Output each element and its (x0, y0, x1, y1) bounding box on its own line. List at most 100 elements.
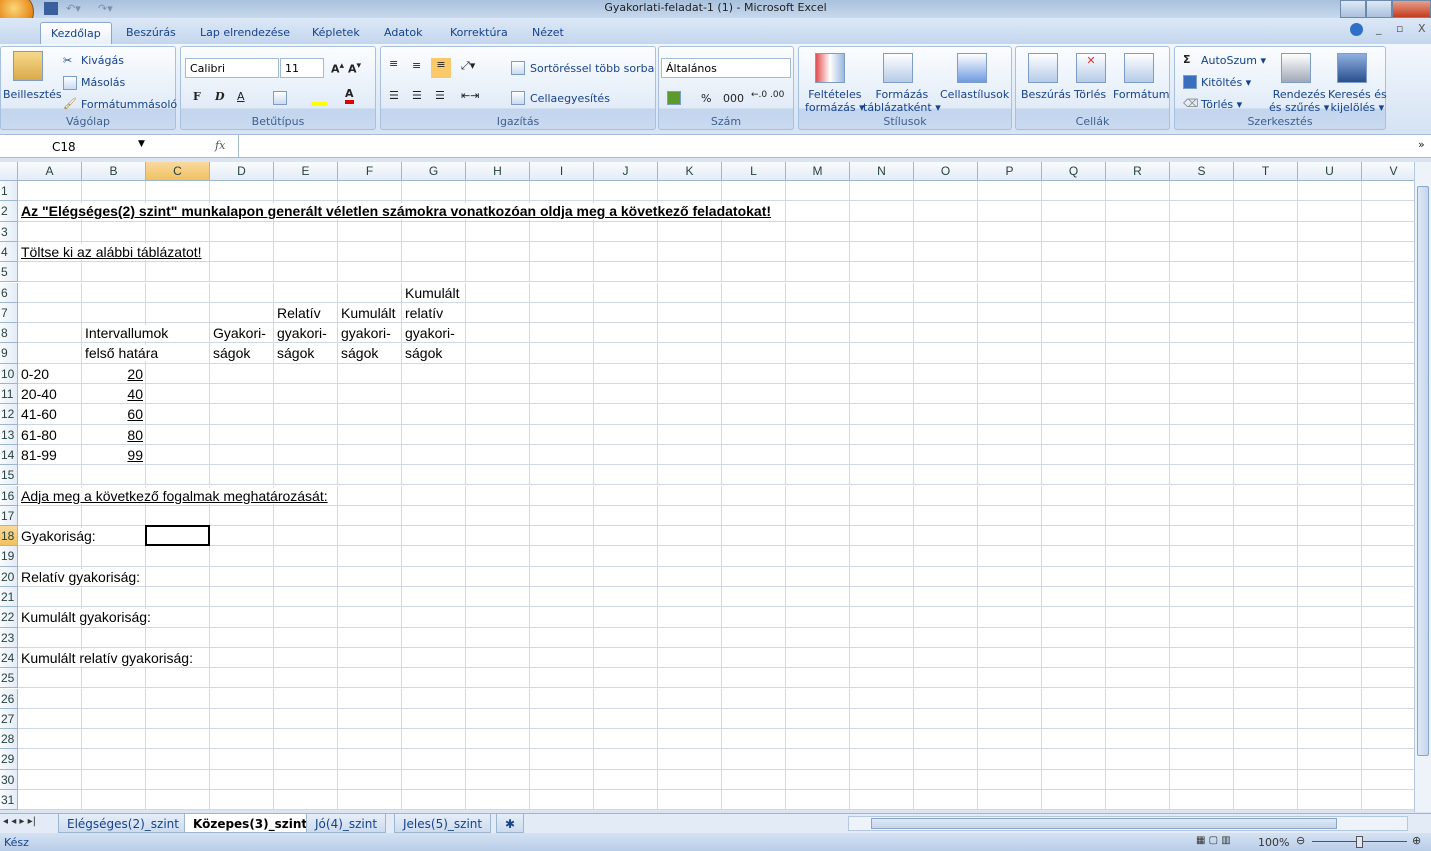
cell-T22[interactable] (1234, 607, 1298, 628)
cell-B29[interactable] (82, 749, 146, 770)
cell-J16[interactable] (594, 485, 658, 506)
cell-M3[interactable] (786, 221, 850, 242)
cell-P19[interactable] (978, 546, 1042, 567)
cell-A29[interactable] (18, 749, 82, 770)
cell-E22[interactable] (274, 607, 338, 628)
cell-O6[interactable] (914, 282, 978, 303)
cell-T26[interactable] (1234, 688, 1298, 709)
row-header-29[interactable]: 29 (0, 749, 18, 770)
cell-M27[interactable] (786, 708, 850, 730)
cell-K8[interactable] (658, 323, 722, 344)
cell-F3[interactable] (338, 221, 402, 242)
cell-S15[interactable] (1170, 465, 1234, 486)
column-header-R[interactable]: R (1106, 162, 1170, 181)
column-header-K[interactable]: K (658, 162, 722, 181)
cell-S26[interactable] (1170, 688, 1234, 709)
cell-C26[interactable] (146, 688, 210, 709)
cell-Q26[interactable] (1042, 688, 1106, 709)
view-buttons[interactable]: ▦ ▢ ▥ (1196, 835, 1231, 846)
cell-U31[interactable] (1298, 790, 1362, 810)
percent-button[interactable]: % (701, 92, 711, 105)
format-as-table-button[interactable]: Formázás táblázatként ▾ (863, 88, 941, 114)
sheet-tab-3[interactable]: Jeles(5)_szint (394, 814, 492, 833)
cell-U18[interactable] (1298, 526, 1362, 547)
cell-A9[interactable] (18, 343, 82, 364)
cell-B31[interactable] (82, 790, 146, 810)
cell-S14[interactable] (1170, 444, 1234, 466)
cell-G5[interactable] (402, 262, 466, 283)
cell-R22[interactable] (1106, 607, 1170, 628)
cell-D17[interactable] (210, 505, 274, 527)
cell-J15[interactable] (594, 465, 658, 486)
cell-K19[interactable] (658, 546, 722, 567)
cell-C14[interactable] (146, 444, 210, 466)
cell-V18[interactable] (1362, 526, 1414, 547)
merge-button[interactable]: Cellaegyesítés (530, 92, 610, 105)
format-painter-button[interactable]: Formátummásoló (81, 98, 177, 111)
cell-M15[interactable] (786, 465, 850, 486)
cell-O18[interactable] (914, 526, 978, 547)
cell-H18[interactable] (466, 526, 530, 547)
cell-M11[interactable] (786, 384, 850, 405)
align-bottom-icon[interactable]: ≡ (431, 58, 451, 78)
cell-J20[interactable] (594, 566, 658, 587)
cell-V21[interactable] (1362, 587, 1414, 608)
row-header-13[interactable]: 13 (0, 424, 18, 445)
column-header-I[interactable]: I (530, 162, 594, 181)
cell-M30[interactable] (786, 769, 850, 790)
cell-U30[interactable] (1298, 769, 1362, 790)
cell-L27[interactable] (722, 708, 786, 730)
cell-L26[interactable] (722, 688, 786, 709)
cell-U22[interactable] (1298, 607, 1362, 628)
cell-M8[interactable] (786, 323, 850, 344)
cell-V1[interactable] (1362, 181, 1414, 202)
cell-C6[interactable] (146, 282, 210, 303)
cell-K20[interactable] (658, 566, 722, 587)
cell-T27[interactable] (1234, 708, 1298, 730)
cell-B5[interactable] (82, 262, 146, 283)
cell-R28[interactable] (1106, 729, 1170, 750)
cell-T10[interactable] (1234, 363, 1298, 384)
cell-A15[interactable] (18, 465, 82, 486)
cell-L21[interactable] (722, 587, 786, 608)
cell-Q22[interactable] (1042, 607, 1106, 628)
cell-T15[interactable] (1234, 465, 1298, 486)
cell-V10[interactable] (1362, 364, 1414, 384)
cell-P14[interactable] (978, 444, 1042, 466)
cell-N11[interactable] (850, 384, 914, 405)
cell-O19[interactable] (914, 546, 978, 567)
cell-J5[interactable] (594, 262, 658, 283)
cell-N8[interactable] (850, 323, 914, 344)
cell-J29[interactable] (594, 749, 658, 770)
cell-G18[interactable] (402, 526, 466, 547)
cell-P11[interactable] (978, 384, 1042, 405)
thousands-button[interactable]: 000 (723, 92, 744, 105)
cell-Q16[interactable] (1042, 485, 1106, 506)
cell-P6[interactable] (978, 282, 1042, 303)
cell-O14[interactable] (914, 444, 978, 466)
cell-T3[interactable] (1234, 221, 1298, 242)
cell-M17[interactable] (786, 505, 850, 527)
cell-N29[interactable] (850, 749, 914, 770)
cell-I16[interactable] (530, 485, 594, 506)
cell-U11[interactable] (1298, 384, 1362, 405)
cell-S27[interactable] (1170, 708, 1234, 730)
cell-J13[interactable] (594, 424, 658, 445)
cell-V15[interactable] (1362, 465, 1414, 486)
cell-D22[interactable] (210, 607, 274, 628)
row-header-12[interactable]: 12 (0, 404, 18, 425)
cell-K21[interactable] (658, 587, 722, 608)
cell-O12[interactable] (914, 404, 978, 425)
find-select-button[interactable]: Keresés és kijelölés ▾ (1328, 88, 1387, 114)
cell-V2[interactable] (1362, 201, 1414, 222)
cell-D15[interactable] (210, 465, 274, 486)
cell-N25[interactable] (850, 668, 914, 689)
cell-V12[interactable] (1362, 404, 1414, 425)
cell-I21[interactable] (530, 587, 594, 608)
cell-F13[interactable] (338, 424, 402, 445)
cell-V7[interactable] (1362, 303, 1414, 324)
cell-I19[interactable] (530, 546, 594, 567)
cell-R6[interactable] (1106, 282, 1170, 303)
cell-V19[interactable] (1362, 546, 1414, 567)
cell-C10[interactable] (146, 363, 210, 384)
